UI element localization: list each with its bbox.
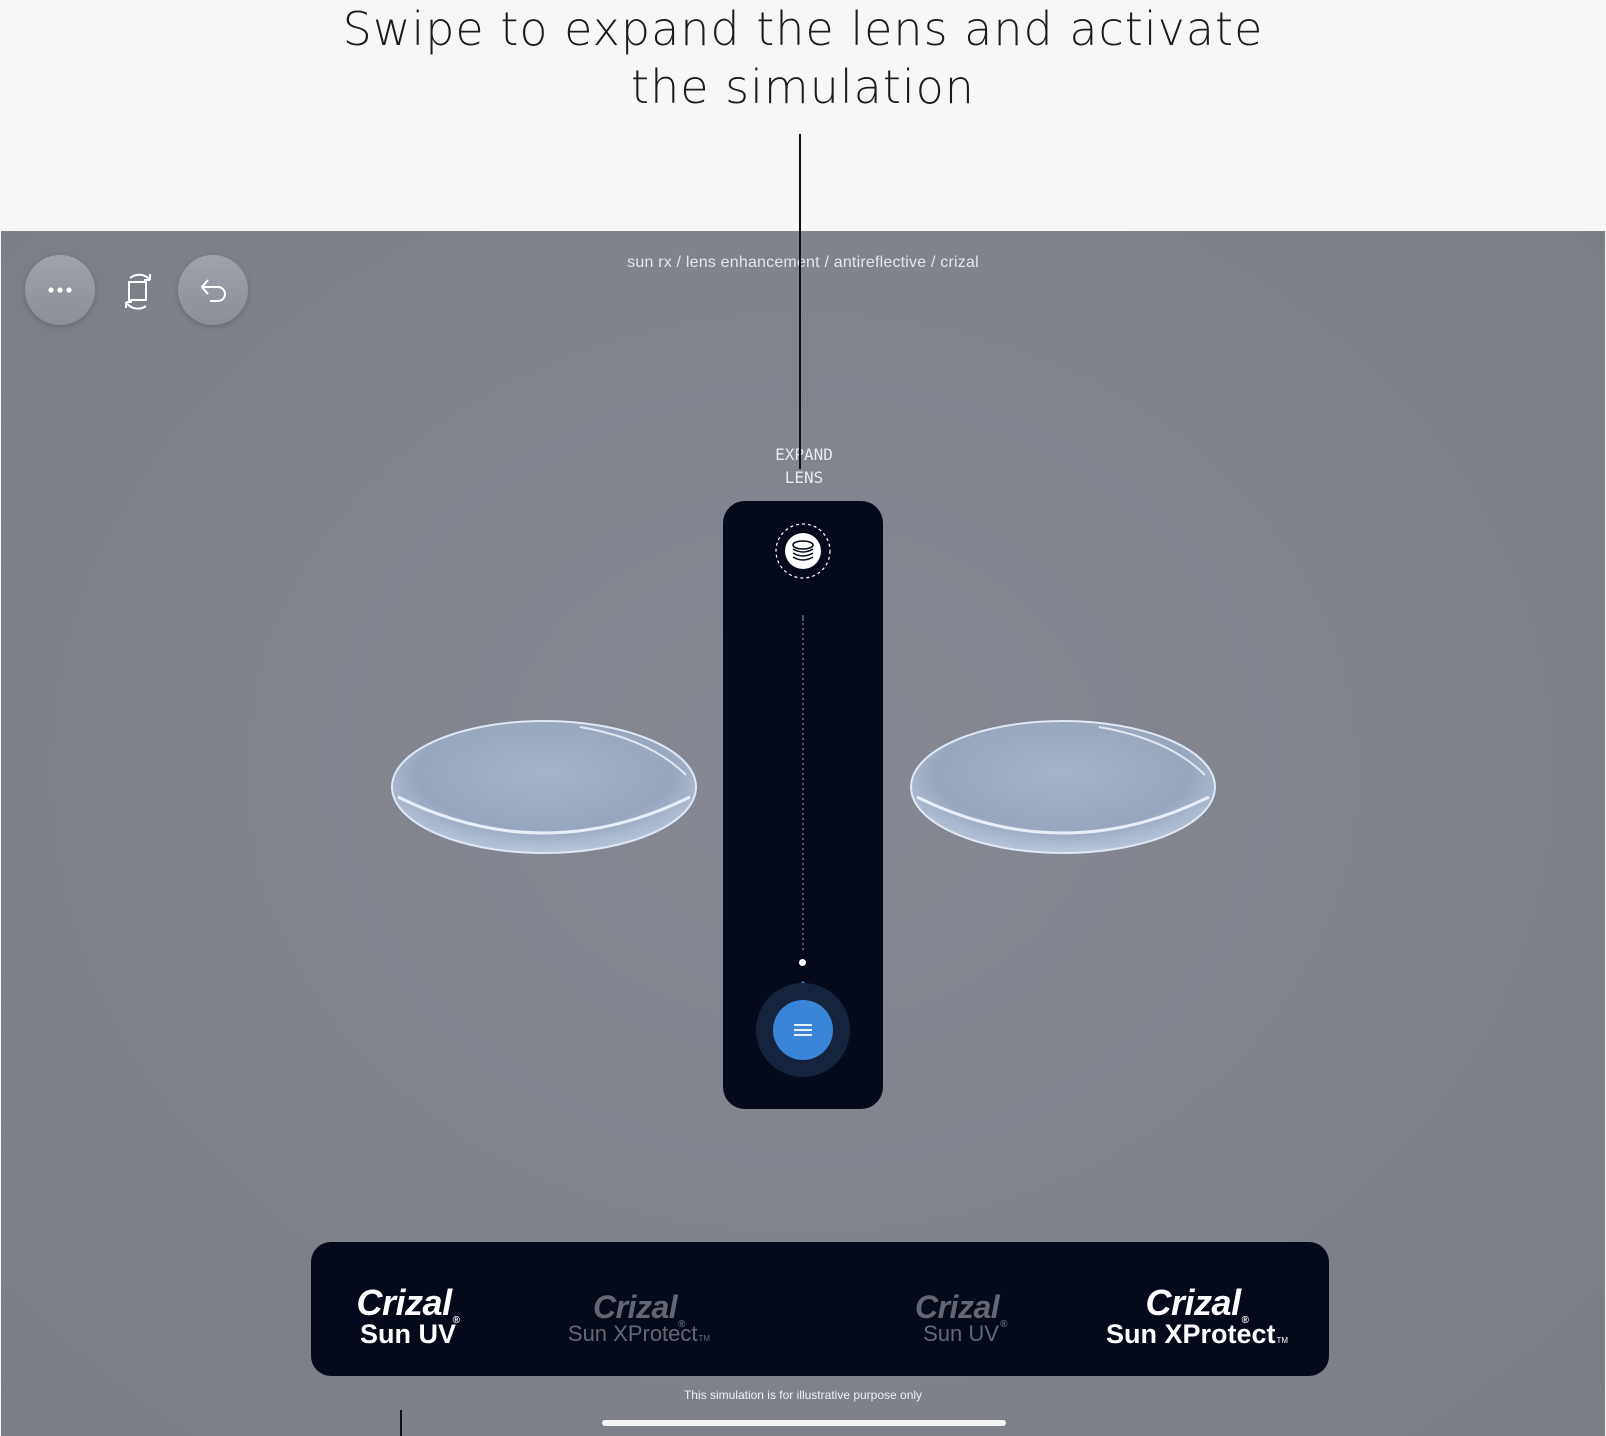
expand-lens-label: EXPAND LENS: [741, 443, 867, 489]
menu-lines-icon: [794, 1024, 812, 1036]
brand-option-crizal-sun-xprotect[interactable]: Crizal® Sun XProtectTM: [559, 1289, 719, 1351]
home-indicator[interactable]: [602, 1420, 1006, 1426]
brand-option-crizal-sun-xprotect[interactable]: Crizal® Sun XProtectTM: [1099, 1282, 1295, 1355]
expand-label-line-1: EXPAND: [775, 445, 833, 464]
rotate-view-button[interactable]: [112, 265, 164, 317]
brand-product: Sun XProtectTM: [1105, 1319, 1289, 1349]
slider-track: [800, 615, 806, 961]
brand-logo: Crizal®: [592, 1289, 686, 1330]
brand-logo: Crizal®: [914, 1289, 1008, 1330]
lens-left: [390, 719, 698, 859]
brand-logo: Crizal®: [1145, 1282, 1249, 1327]
disclaimer-text: This simulation is for illustrative purp…: [683, 1388, 923, 1402]
layers-icon: [775, 523, 831, 579]
app-screen: sun rx / lens enhancement / antireflecti…: [1, 231, 1605, 1436]
slider-handle[interactable]: [756, 983, 850, 1077]
slider-handle-core[interactable]: [773, 1000, 833, 1060]
lens-right: [909, 719, 1217, 859]
brand-logo: Crizal®: [356, 1282, 460, 1327]
bottom-leader-line: [400, 1410, 402, 1436]
brand-product: Sun XProtectTM: [567, 1321, 711, 1346]
expand-label-line-2: LENS: [784, 468, 824, 487]
callout-line-1: Swipe to expand the lens and activate: [342, 2, 1264, 56]
brand-product: Sun UV: [923, 1321, 999, 1346]
callout-line-2: the simulation: [631, 60, 975, 114]
slider-end-dot: [799, 959, 806, 966]
callout-leader-line: [799, 134, 801, 469]
annotated-screenshot: Swipe to expand the lens and activate th…: [0, 0, 1606, 1436]
undo-arrow-icon: [200, 279, 226, 302]
callout-title: Swipe to expand the lens and activate th…: [0, 0, 1606, 116]
brand-option-crizal-sun-uv[interactable]: Crizal® Sun UV: [345, 1282, 471, 1349]
breadcrumb: sun rx / lens enhancement / antireflecti…: [627, 254, 979, 271]
rotate-view-icon: [125, 273, 151, 310]
brand-selector: Crizal® Sun UV Crizal® Sun XProtectTM Cr…: [311, 1242, 1329, 1376]
brand-option-crizal-sun-uv[interactable]: Crizal® Sun UV: [911, 1289, 1011, 1346]
expand-lens-slider[interactable]: [723, 501, 883, 1109]
ellipsis-icon: [48, 287, 72, 293]
